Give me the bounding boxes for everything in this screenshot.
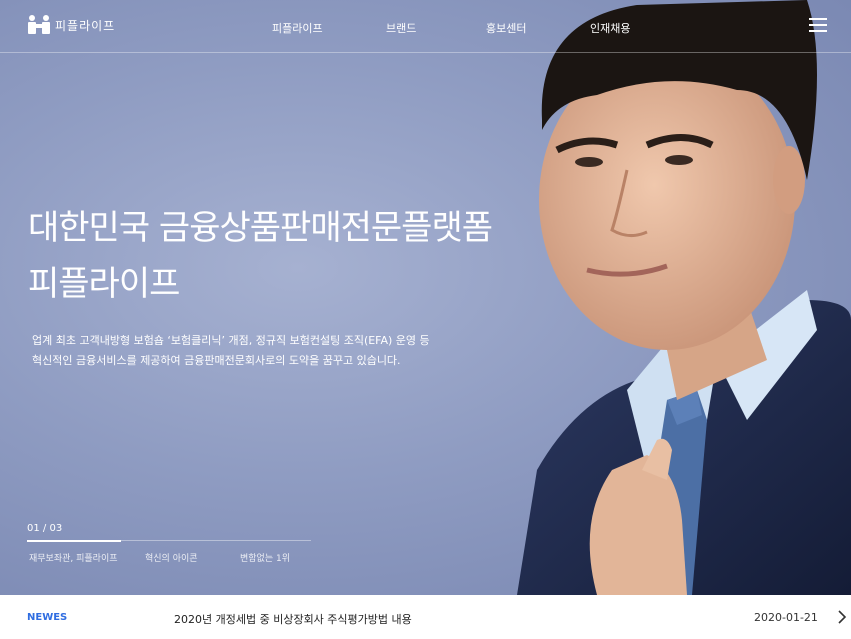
- hero-title-line-2: 피플라이프: [28, 264, 180, 304]
- brand-name: 피플라이프: [55, 18, 116, 33]
- hero-banner: 피플라이프 피플라이프 브랜드 홍보센터 인재채용 대한민국 금융상품판매전문플…: [0, 0, 851, 595]
- hero-person-image: [517, 0, 851, 595]
- chevron-right-icon[interactable]: [837, 610, 847, 624]
- news-date: 2020-01-21: [754, 611, 818, 624]
- nav-item-peoplelife[interactable]: 피플라이프: [272, 20, 323, 36]
- news-headline-link[interactable]: 2020년 개정세법 중 비상장회사 주식평가방법 내용: [174, 611, 412, 627]
- slide-progress-fill: [27, 539, 121, 542]
- hero-title: 대한민국 금융상품판매전문플랫폼 피플라이프: [28, 200, 493, 312]
- nav-item-brand[interactable]: 브랜드: [386, 20, 416, 36]
- nav-item-pr-center[interactable]: 홍보센터: [486, 20, 526, 36]
- news-ticker: NEWES 2020년 개정세법 중 비상장회사 주식평가방법 내용 2020-…: [0, 595, 851, 639]
- nav-item-careers[interactable]: 인재채용: [590, 20, 630, 36]
- slide-tab-1[interactable]: 재무보좌관, 피플라이프: [29, 551, 118, 564]
- site-header: 피플라이프 피플라이프 브랜드 홍보센터 인재채용: [0, 0, 851, 53]
- slide-tab-2[interactable]: 혁신의 아이콘: [145, 551, 198, 564]
- brand-logo[interactable]: 피플라이프: [27, 14, 115, 36]
- hamburger-menu-icon[interactable]: [809, 18, 827, 32]
- hero-title-line-1: 대한민국 금융상품판매전문플랫폼: [28, 208, 493, 248]
- hero-description: 업계 최초 고객내방형 보험숍 ‘보험클리닉’ 개점, 정규직 보험컨설팅 조직…: [32, 331, 430, 371]
- slide-pager: 01 / 03: [27, 523, 63, 534]
- hero-description-line-1: 업계 최초 고객내방형 보험숍 ‘보험클리닉’ 개점, 정규직 보험컨설팅 조직…: [32, 334, 430, 347]
- slide-tab-3[interactable]: 변함없는 1위: [240, 551, 290, 564]
- slide-progress-bar: [27, 539, 311, 542]
- people-logo-icon: [28, 15, 50, 34]
- hero-description-line-2: 혁신적인 금융서비스를 제공하여 금융판매전문회사로의 도약을 꿈꾸고 있습니다…: [32, 354, 401, 367]
- news-label: NEWES: [27, 612, 68, 623]
